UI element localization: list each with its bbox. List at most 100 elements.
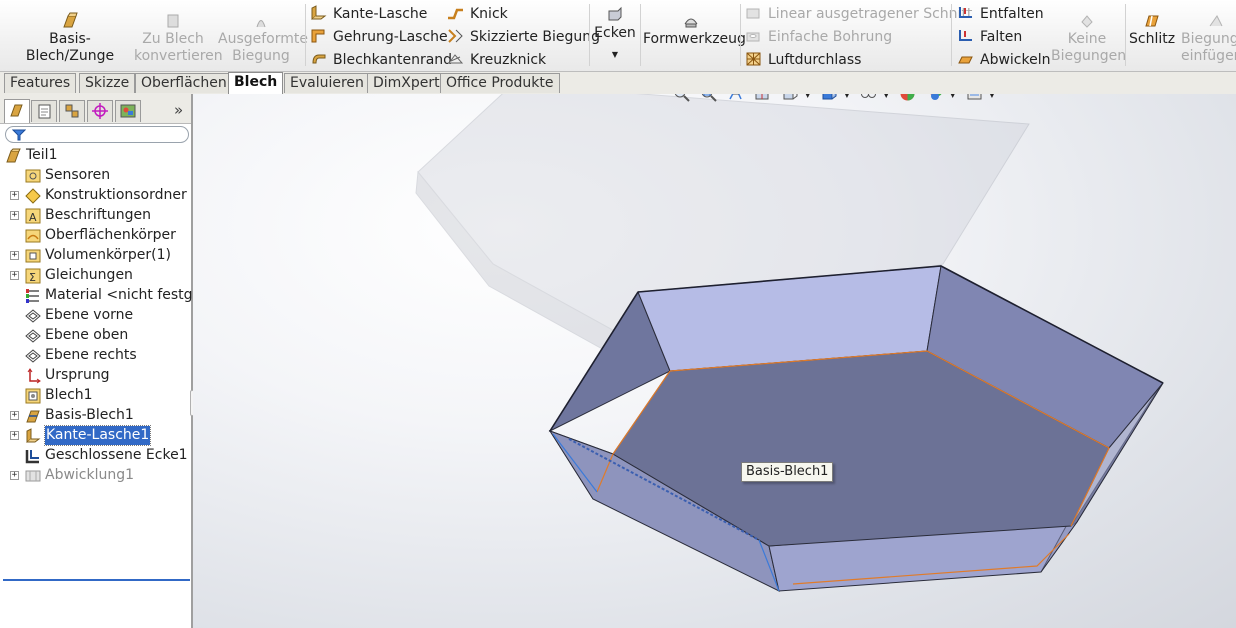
ribbon-separator [740,4,741,66]
zoom-to-fit-icon[interactable] [673,94,690,102]
view-settings-icon[interactable] [966,94,983,102]
tab-features[interactable]: Features [4,73,77,93]
einfache-bohrung-button[interactable]: Einfache Bohrung [745,26,892,48]
tab-oberflaechen[interactable]: Oberflächen [135,73,233,93]
falten-button[interactable]: Falten [957,26,1022,48]
tree-item-basis-blech1[interactable]: + Basis-Blech1 [0,406,191,426]
dropdown-arrow-icon[interactable]: ▼ [805,94,811,99]
rollback-bar[interactable] [3,579,190,581]
base-flange-feature-icon [26,410,40,423]
material-icon [26,289,39,303]
tab-office-produkte[interactable]: Office Produkte [440,73,560,93]
tree-item-konstruktionsordner[interactable]: + Konstruktionsordner [0,186,191,206]
dropdown-arrow-icon[interactable]: ▼ [950,94,956,99]
zoom-to-area-icon[interactable] [700,94,717,102]
tab-dimxpert[interactable]: DimXpert [367,73,446,93]
expand-toggle-icon[interactable]: + [10,271,19,280]
view-orientation-icon[interactable] [782,94,799,102]
tree-item-sensoren[interactable]: Sensoren [0,166,191,186]
expand-toggle-icon[interactable]: + [10,191,19,200]
tree-item-beschriftungen[interactable]: + A Beschriftungen [0,206,191,226]
tree-item-ebene-vorne[interactable]: Ebene vorne [0,306,191,326]
feature-tree-filter-input[interactable] [5,126,189,143]
tree-item-ebene-oben[interactable]: Ebene oben [0,326,191,346]
plane-icon [25,329,41,343]
entfalten-label: Entfalten [980,6,1044,22]
entfalten-button[interactable]: Entfalten [957,3,1044,25]
kreuzknick-button[interactable]: Kreuzknick [447,49,546,71]
dimxpertmanager-tab[interactable] [87,100,113,122]
apply-scene-icon[interactable] [927,94,944,102]
basis-blech-button[interactable]: Basis-Blech/Zunge [8,0,132,70]
propertymanager-tab[interactable] [31,100,57,122]
design-binder-icon [25,188,41,204]
expand-toggle-icon[interactable]: + [10,251,19,260]
ausgeformte-biegung-button[interactable]: Ausgeformte Biegung [218,0,308,70]
tree-item-blech1[interactable]: Blech1 [0,386,191,406]
skizzierte-biegung-button[interactable]: Skizzierte Biegung [447,26,600,48]
zu-blech-konvertieren-button[interactable]: Zu Blech konvertieren [134,0,223,70]
tab-skizze[interactable]: Skizze [79,73,136,93]
falten-label: Falten [980,29,1023,45]
solid-bodies-icon [25,249,41,263]
expand-toggle-icon[interactable]: + [10,431,19,440]
formwerkzeug-button[interactable]: Formwerkzeug [643,0,746,70]
origin-icon [27,368,41,384]
edit-appearance-icon[interactable] [899,94,916,102]
display-style-icon[interactable] [821,94,838,102]
tree-item-gleichungen[interactable]: + Σ Gleichungen [0,266,191,286]
dropdown-arrow-icon[interactable]: ▼ [883,94,889,99]
edge-flange-icon [311,5,327,20]
tree-item-label: Volumenkörper(1) [45,247,171,263]
tab-evaluieren[interactable]: Evaluieren [284,73,370,93]
configurationmanager-tab[interactable] [59,100,85,122]
dropdown-arrow-icon[interactable]: ▼ [844,94,850,99]
previous-view-icon[interactable] [727,94,744,102]
jog-icon [448,8,463,20]
featuremanager-tab[interactable] [4,99,30,123]
rip-icon [1145,15,1159,27]
tree-item-kante-lasche1[interactable]: + Kante-Lasche1 [0,425,191,446]
ecken-button[interactable]: Ecken ▼ [592,0,638,70]
cross-break-icon [448,54,464,64]
tree-item-label: Basis-Blech1 [45,407,134,423]
svg-text:Σ: Σ [29,271,36,284]
hide-show-items-icon[interactable] [860,94,877,102]
tree-root-label: Teil1 [26,147,58,163]
gehrung-lasche-button[interactable]: Gehrung-Lasche [310,26,448,48]
tree-item-geschlossene-ecke1[interactable]: Geschlossene Ecke1 [0,446,191,466]
dimxpert-crosshair-icon [92,103,108,119]
knick-button[interactable]: Knick [447,3,508,25]
expand-panel-chevron-icon[interactable]: » [174,101,183,119]
vent-icon [746,52,761,66]
flatten-icon [958,56,973,64]
schlitz-label: Schlitz [1129,31,1176,47]
tree-root-part[interactable]: Teil1 [0,146,191,166]
schlitz-button[interactable]: Schlitz [1129,0,1175,70]
tree-item-oberflaechenkoerper[interactable]: Oberflächenkörper [0,226,191,246]
sheet-metal-tray-model[interactable] [193,94,1236,628]
dropdown-arrow-icon[interactable]: ▼ [989,94,995,99]
expand-toggle-icon[interactable]: + [10,211,19,220]
tree-item-volumenkoerper[interactable]: + Volumenkörper(1) [0,246,191,266]
abwickeln-button[interactable]: Abwickeln [957,49,1051,71]
base-flange-icon [63,12,78,28]
displaymanager-tab[interactable] [115,100,141,122]
graphics-area[interactable]: ▼ ▼ ▼ ▼ ▼ Basis-Blech1 [193,94,1236,628]
tree-item-ursprung[interactable]: Ursprung [0,366,191,386]
ecken-dropdown-icon[interactable]: ▼ [592,48,638,62]
luftdurchlass-button[interactable]: Luftdurchlass [745,49,861,71]
expand-toggle-icon[interactable]: + [10,471,19,480]
kante-lasche-button[interactable]: Kante-Lasche [310,3,427,25]
configurationmanager-icon [65,104,79,118]
blechkantenrand-button[interactable]: Blechkantenrand [310,49,452,71]
tree-item-material[interactable]: Material <nicht festgelegt> [0,286,240,306]
section-view-icon[interactable] [754,94,771,102]
linear-ausgetragener-schnitt-button[interactable]: Linear ausgetragener Schnitt [745,3,972,25]
tab-blech[interactable]: Blech [228,72,284,94]
biegungen-einfuegen-button[interactable]: Biegungen einfügen [1177,0,1236,70]
expand-toggle-icon[interactable]: + [10,411,19,420]
keine-biegungen-button[interactable]: Keine Biegungen [1051,0,1126,70]
tree-item-abwicklung1[interactable]: + Abwicklung1 [0,466,191,486]
tree-item-ebene-rechts[interactable]: Ebene rechts [0,346,191,366]
